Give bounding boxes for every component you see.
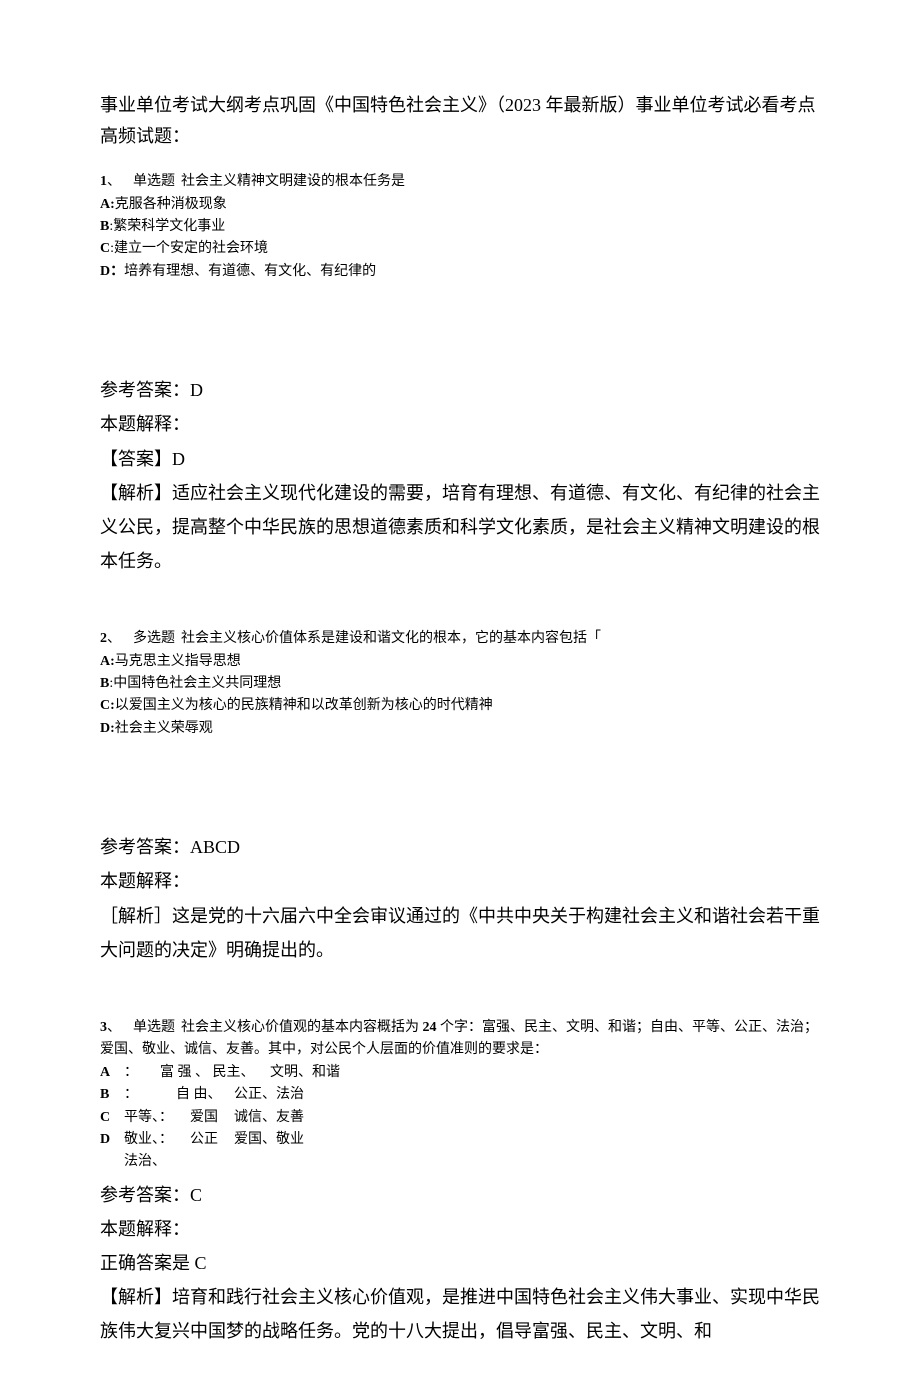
question-3: 3、单选题社会主义核心价值观的基本内容概括为 24 个字：富强、民主、文明、和谐… (100, 1017, 820, 1349)
q2-opt-b-text: :中国特色社会主义共同理想 (109, 676, 281, 691)
q1-explain-label: 本题解释： (100, 407, 820, 441)
q3-stem-num: 24 (423, 1020, 441, 1035)
q2-explain-label: 本题解释： (100, 864, 820, 898)
question-1: 1、单选题社会主义精神文明建设的根本任务是 A:克服各种消极现象 B:繁荣科学文… (100, 171, 820, 578)
q3-opt-c-c4: 诚信、友善 (234, 1107, 820, 1129)
q3-opt-b-c2: ： (124, 1084, 176, 1106)
q1-answer-label: 【答案】 (100, 449, 172, 469)
q3-opt-d-c2: 敬业、： (124, 1129, 190, 1151)
q3-type: 单选题 (133, 1020, 175, 1035)
q3-opt-c-c2: 平等、： (124, 1107, 190, 1129)
q2-type: 多选题 (133, 631, 175, 646)
q2-ref-answer: ABCD (190, 837, 240, 857)
q2-stem: 社会主义核心价值体系是建设和谐文化的根本，它的基本内容包括「 (181, 631, 601, 646)
q3-opt-d-c4: 爱国、敬业 (234, 1129, 820, 1151)
q1-opt-a-label: A: (100, 197, 115, 212)
q2-opt-b-label: B (100, 676, 109, 691)
q3-opt-tail: 法治、 (124, 1151, 820, 1173)
q3-opt-a-c1: A (100, 1062, 124, 1084)
q3-opt-b-c4: 公正、法治 (234, 1084, 820, 1106)
q1-ref-answer-label: 参考答案： (100, 380, 190, 400)
q2-opt-c-text: 以爱国主义为核心的民族精神和以改革创新为核心的时代精神 (115, 698, 493, 713)
q2-ref-answer-label: 参考答案： (100, 837, 190, 857)
q3-opt-a-c4: 文明、和谐 (270, 1062, 820, 1084)
q1-opt-b-label: B (100, 219, 109, 234)
q3-number: 3 (100, 1020, 107, 1035)
q2-explain-text: ［解析］这是党的十六届六中全会审议通过的《中共中央关于构建社会主义和谐社会若干重… (100, 899, 820, 967)
q2-opt-c-label: C: (100, 698, 115, 713)
q3-ref-answer: C (190, 1185, 202, 1205)
q1-number: 1 (100, 174, 107, 189)
q3-type-sep: 、 (107, 1020, 121, 1035)
q3-correct-value: C (195, 1253, 207, 1273)
q1-type: 单选题 (133, 174, 175, 189)
q2-number: 2 (100, 631, 107, 646)
q1-options: A:克服各种消极现象 B:繁荣科学文化事业 C:建立一个安定的社会环境 D：培养… (100, 194, 820, 284)
q3-opt-c-c3: 爱国 (190, 1107, 234, 1129)
q1-opt-c-text: :建立一个安定的社会环境 (110, 241, 268, 256)
q1-opt-d-label: D： (100, 264, 124, 279)
q3-options: A ： 富 强 、 民主、 文明、和谐 B ： 自 由、 公正、法治 C 平等、… (100, 1062, 820, 1174)
q3-opt-d-c3: 公正 (190, 1129, 234, 1151)
q2-answer-block: 参考答案：ABCD 本题解释： ［解析］这是党的十六届六中全会审议通过的《中共中… (100, 830, 820, 967)
q3-opt-a-c2: ： (124, 1062, 160, 1084)
q3-opt-d-c1: D (100, 1129, 124, 1151)
q3-answer-block: 参考答案：C 本题解释： 正确答案是 C 【解析】培育和践行社会主义核心价值观，… (100, 1178, 820, 1349)
q1-answer-block: 参考答案：D 本题解释： 【答案】D 【解析】适应社会主义现代化建设的需要，培育… (100, 373, 820, 578)
q2-type-sep: 、 (107, 631, 121, 646)
q1-opt-a-text: 克服各种消极现象 (115, 197, 227, 212)
q2-opt-d-label: D: (100, 721, 115, 736)
q1-opt-c-label: C (100, 241, 110, 256)
document-title: 事业单位考试大纲考点巩固《中国特色社会主义》（2023 年最新版）事业单位考试必… (100, 90, 820, 151)
q3-opt-b-c3: 自 由、 (176, 1084, 234, 1106)
q3-explain-text: 【解析】培育和践行社会主义核心价值观，是推进中国特色社会主义伟大事业、实现中华民… (100, 1280, 820, 1348)
q3-explain-label: 本题解释： (100, 1212, 820, 1246)
q2-options: A:马克思主义指导思想 B:中国特色社会主义共同理想 C:以爱国主义为核心的民族… (100, 651, 820, 741)
q3-opt-c-c1: C (100, 1107, 124, 1129)
question-2: 2、多选题社会主义核心价值体系是建设和谐文化的根本，它的基本内容包括「 A:马克… (100, 628, 820, 967)
q3-correct-label: 正确答案是 (100, 1253, 195, 1273)
q3-opt-b-c1: B (100, 1084, 124, 1106)
q1-ref-answer: D (190, 380, 203, 400)
q1-explain-text: 【解析】适应社会主义现代化建设的需要，培育有理想、有道德、有文化、有纪律的社会主… (100, 476, 820, 579)
q3-stem-a: 社会主义核心价值观的基本内容概括为 (181, 1020, 423, 1035)
q1-opt-b-text: :繁荣科学文化事业 (109, 219, 225, 234)
q3-ref-answer-label: 参考答案： (100, 1185, 190, 1205)
q1-type-sep: 、 (107, 174, 121, 189)
q2-opt-a-text: 马克思主义指导思想 (115, 654, 241, 669)
q3-opt-a-c3: 富 强 、 民主、 (160, 1062, 270, 1084)
q1-opt-d-text: 培养有理想、有道德、有文化、有纪律的 (124, 264, 376, 279)
q2-opt-a-label: A: (100, 654, 115, 669)
q1-stem: 社会主义精神文明建设的根本任务是 (181, 174, 405, 189)
q1-answer-value: D (172, 449, 185, 469)
q2-opt-d-text: 社会主义荣辱观 (115, 721, 213, 736)
